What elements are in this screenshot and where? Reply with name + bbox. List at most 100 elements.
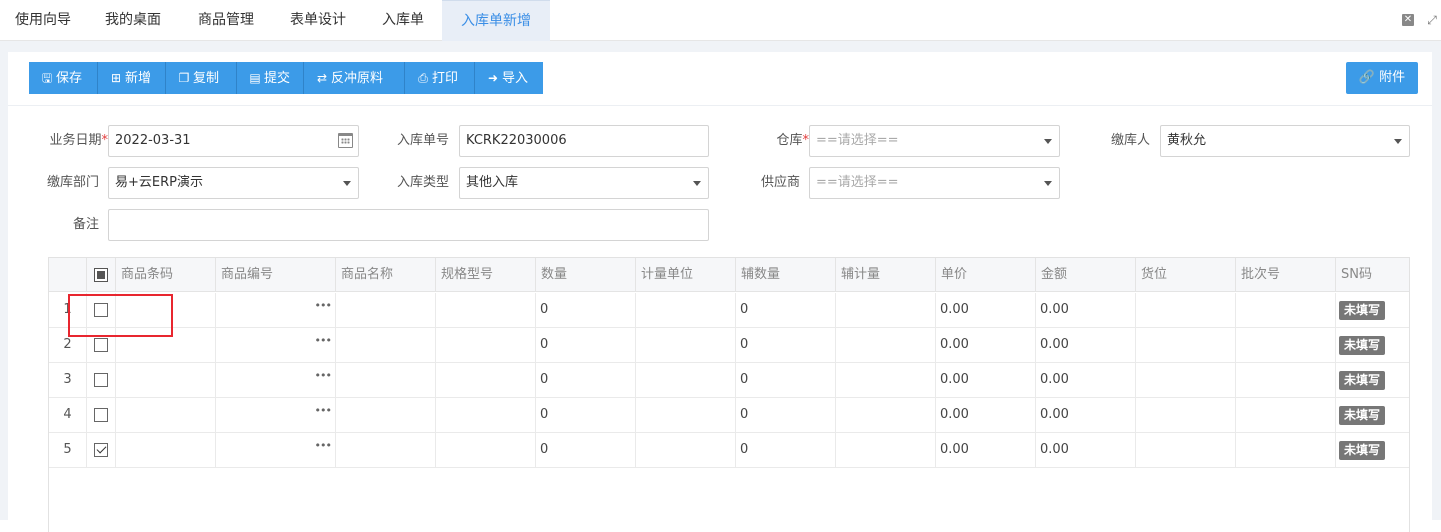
goods-code-cell[interactable]: ••• bbox=[216, 293, 336, 327]
location-cell[interactable] bbox=[1136, 363, 1236, 397]
col-aux-qty[interactable]: 辅数量 bbox=[736, 258, 836, 292]
row-checkbox-checked[interactable] bbox=[94, 443, 108, 457]
amount-cell[interactable]: 0.00 bbox=[1036, 328, 1136, 362]
col-aux-unit[interactable]: 辅计量 bbox=[836, 258, 936, 292]
barcode-cell[interactable] bbox=[116, 363, 216, 397]
amount-cell[interactable]: 0.00 bbox=[1036, 293, 1136, 327]
sn-status-badge[interactable]: 未填写 bbox=[1339, 441, 1386, 460]
aux-unit-cell[interactable] bbox=[836, 328, 936, 362]
goods-code-cell[interactable]: ••• bbox=[216, 328, 336, 362]
aux-qty-cell[interactable]: 0 bbox=[736, 433, 836, 467]
sn-status-badge[interactable]: 未填写 bbox=[1339, 301, 1386, 320]
batch-cell[interactable] bbox=[1236, 293, 1336, 327]
close-icon[interactable]: ✕ bbox=[1402, 14, 1414, 26]
price-cell[interactable]: 0.00 bbox=[936, 398, 1036, 432]
aux-unit-cell[interactable] bbox=[836, 363, 936, 397]
spec-cell[interactable] bbox=[436, 293, 536, 327]
aux-qty-cell[interactable]: 0 bbox=[736, 328, 836, 362]
aux-unit-cell[interactable] bbox=[836, 398, 936, 432]
unit-cell[interactable] bbox=[636, 293, 736, 327]
location-cell[interactable] bbox=[1136, 433, 1236, 467]
ellipsis-icon[interactable]: ••• bbox=[315, 394, 332, 428]
unit-cell[interactable] bbox=[636, 363, 736, 397]
amount-cell[interactable]: 0.00 bbox=[1036, 363, 1136, 397]
save-button[interactable]: 🖫 保存 bbox=[29, 62, 98, 94]
row-checkbox[interactable] bbox=[94, 373, 108, 387]
ellipsis-icon[interactable]: ••• bbox=[315, 289, 332, 323]
goods-name-cell[interactable] bbox=[336, 328, 436, 362]
barcode-cell[interactable] bbox=[116, 293, 216, 327]
col-qty[interactable]: 数量 bbox=[536, 258, 636, 292]
goods-code-cell[interactable]: ••• bbox=[216, 363, 336, 397]
location-cell[interactable] bbox=[1136, 398, 1236, 432]
col-goods-code[interactable]: 商品编号 bbox=[216, 258, 336, 292]
col-batch[interactable]: 批次号 bbox=[1236, 258, 1336, 292]
remark-field[interactable] bbox=[108, 209, 709, 241]
sn-status-badge[interactable]: 未填写 bbox=[1339, 336, 1386, 355]
unit-cell[interactable] bbox=[636, 398, 736, 432]
unit-cell[interactable] bbox=[636, 433, 736, 467]
barcode-cell[interactable] bbox=[116, 433, 216, 467]
sn-status-badge[interactable]: 未填写 bbox=[1339, 406, 1386, 425]
location-cell[interactable] bbox=[1136, 293, 1236, 327]
row-checkbox[interactable] bbox=[94, 303, 108, 317]
spec-cell[interactable] bbox=[436, 398, 536, 432]
location-cell[interactable] bbox=[1136, 328, 1236, 362]
amount-cell[interactable]: 0.00 bbox=[1036, 398, 1136, 432]
aux-qty-cell[interactable]: 0 bbox=[736, 363, 836, 397]
qty-cell[interactable]: 0 bbox=[536, 398, 636, 432]
goods-code-cell[interactable]: ••• bbox=[216, 433, 336, 467]
col-location[interactable]: 货位 bbox=[1136, 258, 1236, 292]
aux-qty-cell[interactable]: 0 bbox=[736, 398, 836, 432]
tab-stock-in-new[interactable]: 入库单新增 bbox=[442, 0, 550, 41]
copy-button[interactable]: ❐ 复制 bbox=[166, 62, 237, 94]
reverse-material-button[interactable]: ⇄ 反冲原料 bbox=[304, 62, 405, 94]
supplier-select[interactable]: ==请选择== bbox=[809, 167, 1060, 199]
col-price[interactable]: 单价 bbox=[936, 258, 1036, 292]
ellipsis-icon[interactable]: ••• bbox=[315, 324, 332, 358]
sn-status-badge[interactable]: 未填写 bbox=[1339, 371, 1386, 390]
select-all-checkbox[interactable] bbox=[94, 268, 108, 282]
ellipsis-icon[interactable]: ••• bbox=[315, 359, 332, 393]
print-button[interactable]: ⎙ 打印 bbox=[405, 62, 475, 94]
spec-cell[interactable] bbox=[436, 363, 536, 397]
aux-unit-cell[interactable] bbox=[836, 293, 936, 327]
price-cell[interactable]: 0.00 bbox=[936, 328, 1036, 362]
price-cell[interactable]: 0.00 bbox=[936, 433, 1036, 467]
unit-cell[interactable] bbox=[636, 328, 736, 362]
amount-cell[interactable]: 0.00 bbox=[1036, 433, 1136, 467]
submit-button[interactable]: ▤ 提交 bbox=[237, 62, 304, 94]
tab-form-design[interactable]: 表单设计 bbox=[272, 0, 364, 41]
qty-cell[interactable]: 0 bbox=[536, 363, 636, 397]
price-cell[interactable]: 0.00 bbox=[936, 363, 1036, 397]
col-barcode[interactable]: 商品条码 bbox=[116, 258, 216, 292]
tab-desktop[interactable]: 我的桌面 bbox=[86, 0, 180, 41]
goods-name-cell[interactable] bbox=[336, 293, 436, 327]
barcode-cell[interactable] bbox=[116, 328, 216, 362]
warehouse-select[interactable]: ==请选择== bbox=[809, 125, 1060, 157]
price-cell[interactable]: 0.00 bbox=[936, 293, 1036, 327]
col-unit[interactable]: 计量单位 bbox=[636, 258, 736, 292]
batch-cell[interactable] bbox=[1236, 363, 1336, 397]
qty-cell[interactable]: 0 bbox=[536, 328, 636, 362]
batch-cell[interactable] bbox=[1236, 398, 1336, 432]
business-date-field[interactable]: 2022-03-31 bbox=[108, 125, 359, 157]
qty-cell[interactable]: 0 bbox=[536, 293, 636, 327]
tab-guide[interactable]: 使用向导 bbox=[0, 0, 86, 41]
import-button[interactable]: ➜ 导入 bbox=[475, 62, 543, 94]
goods-name-cell[interactable] bbox=[336, 398, 436, 432]
order-no-field[interactable]: KCRK22030006 bbox=[459, 125, 709, 157]
dept-select[interactable]: 易+云ERP演示 bbox=[108, 167, 359, 199]
batch-cell[interactable] bbox=[1236, 433, 1336, 467]
aux-unit-cell[interactable] bbox=[836, 433, 936, 467]
maximize-icon[interactable]: ⤢ bbox=[1426, 14, 1438, 26]
col-goods-name[interactable]: 商品名称 bbox=[336, 258, 436, 292]
payer-select[interactable]: 黄秋允 bbox=[1160, 125, 1410, 157]
aux-qty-cell[interactable]: 0 bbox=[736, 293, 836, 327]
ellipsis-icon[interactable]: ••• bbox=[315, 429, 332, 463]
add-button[interactable]: ⊞ 新增 bbox=[98, 62, 166, 94]
attachment-button[interactable]: 🔗 附件 bbox=[1346, 62, 1418, 94]
row-checkbox[interactable] bbox=[94, 408, 108, 422]
barcode-cell[interactable] bbox=[116, 398, 216, 432]
goods-name-cell[interactable] bbox=[336, 433, 436, 467]
